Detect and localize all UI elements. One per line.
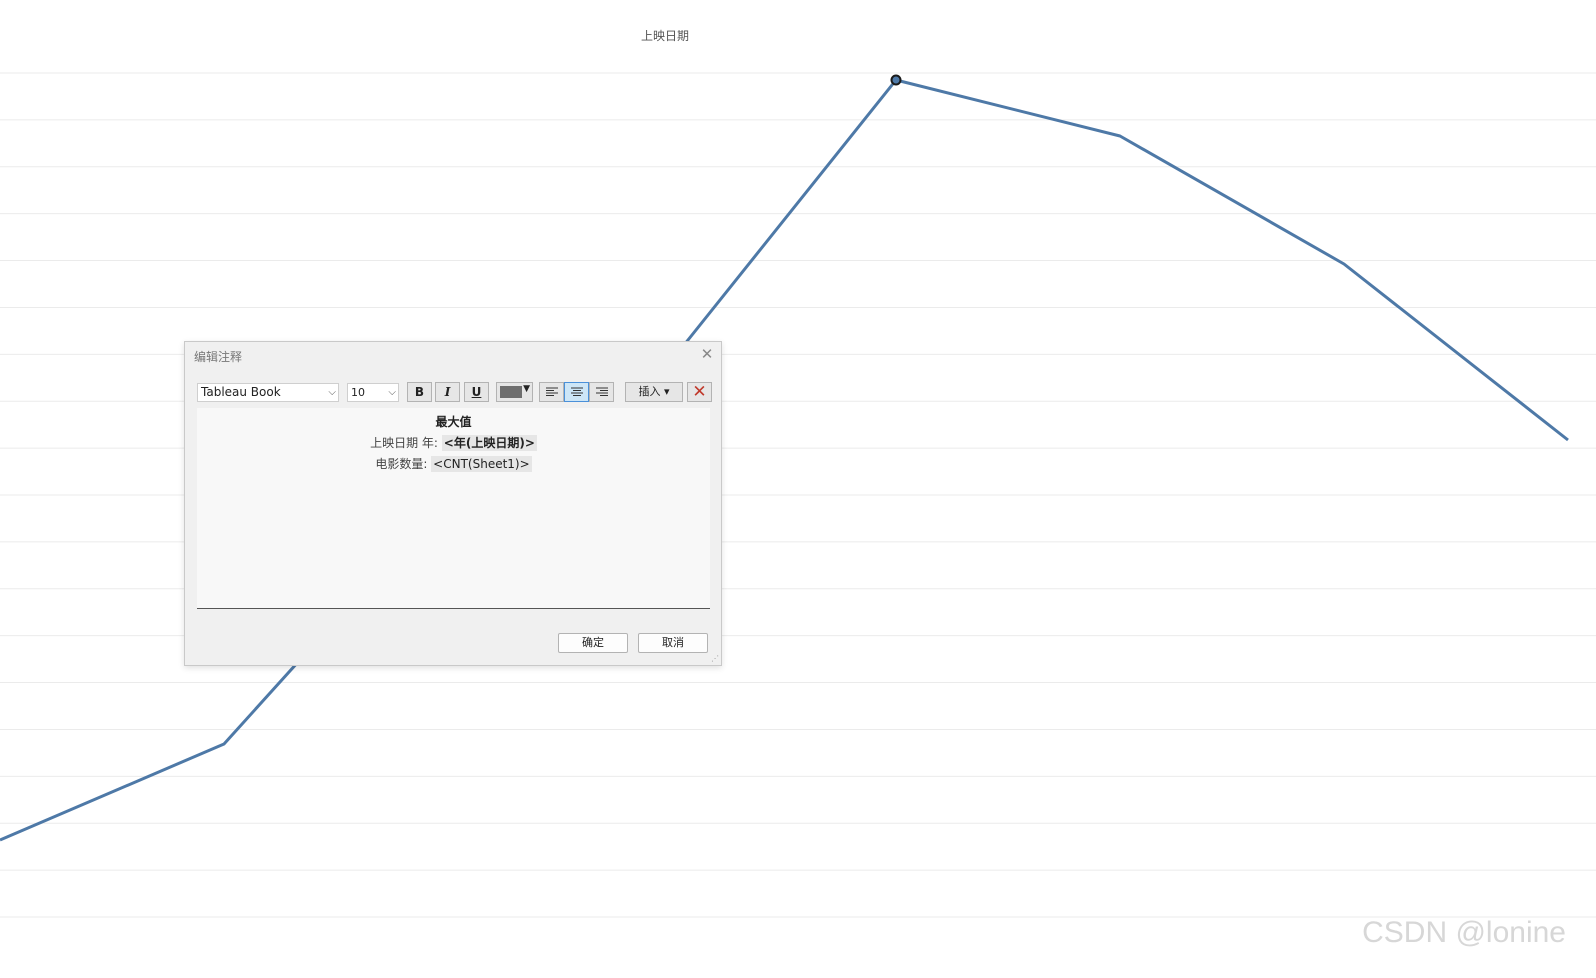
font-size-value: 10 [351, 386, 365, 399]
count-label: 电影数量: [375, 457, 432, 471]
underline-button[interactable]: U [464, 382, 489, 402]
format-toolbar: Tableau Book ⌵ 10 ⌵ B I U ▼ 插入 ▾ ✕ [197, 382, 712, 404]
font-family-select[interactable]: Tableau Book ⌵ [197, 383, 339, 402]
watermark: CSDN @lonine [1362, 916, 1566, 949]
chevron-down-icon: ⌵ [388, 387, 396, 398]
edit-annotation-dialog: 编辑注释 ✕ Tableau Book ⌵ 10 ⌵ B I U ▼ 插入 ▾ … [184, 341, 722, 666]
font-family-value: Tableau Book [201, 385, 281, 399]
annotation-heading: 最大值 [435, 415, 472, 429]
annotation-editor[interactable]: 最大值 上映日期 年: <年(上映日期)> 电影数量: <CNT(Sheet1)… [197, 408, 710, 609]
count-field-token[interactable]: <CNT(Sheet1)> [431, 456, 532, 472]
bold-button[interactable]: B [407, 382, 432, 402]
max-point-marker [890, 74, 902, 86]
close-icon[interactable]: ✕ [699, 346, 715, 362]
font-size-select[interactable]: 10 ⌵ [347, 383, 399, 402]
date-label: 上映日期 年: [370, 436, 442, 450]
year-field-token[interactable]: <年(上映日期)> [441, 435, 537, 451]
align-center-button[interactable] [564, 382, 589, 402]
color-swatch [500, 386, 522, 398]
resize-grip-icon[interactable]: ⋰ [711, 655, 719, 663]
italic-button[interactable]: I [435, 382, 460, 402]
annotation-line-count: 电影数量: <CNT(Sheet1)> [197, 454, 710, 475]
clear-icon[interactable]: ✕ [687, 382, 712, 402]
cancel-button[interactable]: 取消 [638, 633, 708, 653]
align-left-button[interactable] [539, 382, 564, 402]
chevron-down-icon: ⌵ [328, 387, 336, 398]
dialog-title: 编辑注释 [194, 350, 243, 364]
align-right-icon [595, 387, 608, 396]
text-color-button[interactable]: ▼ [496, 382, 533, 402]
annotation-line-date: 上映日期 年: <年(上映日期)> [197, 433, 710, 454]
ok-button[interactable]: 确定 [558, 633, 628, 653]
align-right-button[interactable] [589, 382, 614, 402]
align-center-icon [570, 387, 583, 396]
align-left-icon [545, 387, 558, 396]
chart-title: 上映日期 [640, 29, 689, 43]
caret-down-icon: ▼ [523, 384, 530, 394]
insert-button[interactable]: 插入 ▾ [625, 382, 683, 402]
